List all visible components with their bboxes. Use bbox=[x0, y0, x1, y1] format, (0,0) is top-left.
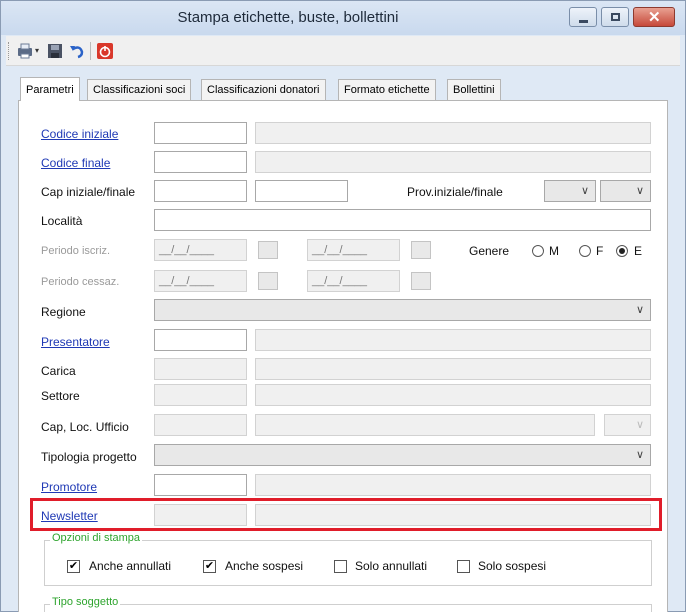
tipologia-progetto-select[interactable]: ∨ bbox=[154, 444, 651, 466]
tipo-soggetto-group-border bbox=[44, 604, 652, 605]
promotore-input[interactable] bbox=[154, 474, 247, 496]
calendar-icon[interactable] bbox=[258, 241, 278, 259]
chevron-down-icon: ∨ bbox=[635, 449, 644, 461]
chevron-down-icon: ∨ bbox=[580, 185, 589, 197]
solo-annullati-label: Solo annullati bbox=[355, 559, 428, 573]
chevron-down-icon: ∨ bbox=[635, 304, 644, 316]
save-icon[interactable] bbox=[46, 42, 64, 60]
loc-ufficio-input bbox=[255, 414, 595, 436]
minimize-button[interactable] bbox=[569, 7, 597, 27]
tipo-soggetto-title: Tipo soggetto bbox=[50, 596, 121, 608]
toolbar-grip bbox=[8, 42, 10, 60]
codice-finale-label[interactable]: Codice finale bbox=[41, 156, 110, 170]
solo-annullati-checkbox[interactable] bbox=[334, 560, 347, 573]
tipo-soggetto-group-left-border bbox=[44, 604, 45, 612]
regione-label: Regione bbox=[41, 305, 86, 319]
anche-annullati-label: Anche annullati bbox=[89, 559, 172, 573]
periodo-iscriz-label: Periodo iscriz. bbox=[41, 245, 111, 257]
genere-m-label: M bbox=[549, 244, 559, 258]
solo-sospesi-label: Solo sospesi bbox=[478, 559, 547, 573]
genere-label: Genere bbox=[469, 244, 510, 258]
tab-parametri[interactable]: Parametri bbox=[20, 77, 80, 101]
opzioni-stampa-group-left-border bbox=[44, 540, 45, 586]
tab-bollettini[interactable]: Bollettini bbox=[447, 79, 501, 101]
exit-icon[interactable] bbox=[96, 42, 114, 60]
opzioni-stampa-group-right-border bbox=[651, 540, 652, 586]
presentatore-input[interactable] bbox=[154, 329, 247, 351]
toolbar-separator bbox=[90, 42, 91, 60]
cap-finale-input[interactable] bbox=[255, 180, 348, 202]
cap-loc-ufficio-label: Cap, Loc. Ufficio bbox=[41, 420, 129, 434]
localita-input[interactable] bbox=[154, 209, 651, 231]
anche-annullati-checkbox[interactable]: ✔ bbox=[67, 560, 80, 573]
presentatore-label[interactable]: Presentatore bbox=[41, 335, 110, 349]
genere-radio-e[interactable] bbox=[616, 245, 628, 257]
presentatore-description bbox=[255, 329, 651, 351]
opzioni-stampa-title: Opzioni di stampa bbox=[50, 532, 143, 544]
calendar-icon[interactable] bbox=[411, 272, 431, 290]
window-title: Stampa etichette, buste, bollettini bbox=[177, 9, 399, 26]
codice-iniziale-label[interactable]: Codice iniziale bbox=[41, 127, 118, 141]
localita-label: Località bbox=[41, 214, 83, 228]
cap-ufficio-input bbox=[154, 414, 247, 436]
minimize-icon bbox=[579, 20, 588, 23]
print-icon[interactable] bbox=[16, 42, 34, 60]
settore-description bbox=[255, 384, 651, 406]
anche-sospesi-checkbox[interactable]: ✔ bbox=[203, 560, 216, 573]
prov-finale-select[interactable]: ∨ bbox=[600, 180, 651, 202]
genere-f-label: F bbox=[596, 244, 604, 258]
close-icon: ✕ bbox=[648, 9, 661, 26]
newsletter-highlight-box bbox=[30, 498, 662, 531]
settore-input bbox=[154, 384, 247, 406]
promotore-label[interactable]: Promotore bbox=[41, 480, 97, 494]
genere-radio-f[interactable] bbox=[579, 245, 591, 257]
title-bar: Stampa etichette, buste, bollettini ✕ bbox=[1, 1, 685, 35]
cap-label: Cap iniziale/finale bbox=[41, 185, 136, 199]
codice-iniziale-input[interactable] bbox=[154, 122, 247, 144]
carica-input bbox=[154, 358, 247, 380]
tab-formato-etichette[interactable]: Formato etichette bbox=[338, 79, 436, 101]
close-button[interactable]: ✕ bbox=[633, 7, 675, 27]
periodo-cessaz-label: Periodo cessaz. bbox=[41, 276, 120, 288]
anche-sospesi-label: Anche sospesi bbox=[225, 559, 304, 573]
tab-classificazioni-soci[interactable]: Classificazioni soci bbox=[87, 79, 192, 101]
carica-label: Carica bbox=[41, 364, 76, 378]
cap-iniziale-input[interactable] bbox=[154, 180, 247, 202]
opzioni-stampa-group-bottom-border bbox=[44, 585, 652, 586]
prov-iniziale-select[interactable]: ∨ bbox=[544, 180, 596, 202]
periodo-cessaz-to-input[interactable]: __/__/____ bbox=[307, 270, 400, 292]
periodo-iscriz-to-input[interactable]: __/__/____ bbox=[307, 239, 400, 261]
maximize-button[interactable] bbox=[601, 7, 629, 27]
settore-label: Settore bbox=[41, 389, 80, 403]
toolbar: ▾ bbox=[6, 36, 680, 66]
undo-icon[interactable] bbox=[68, 42, 86, 60]
solo-sospesi-checkbox[interactable] bbox=[457, 560, 470, 573]
check-icon: ✔ bbox=[68, 560, 79, 572]
genere-e-label: E bbox=[634, 244, 643, 258]
tab-classificazioni-donatori[interactable]: Classificazioni donatori bbox=[201, 79, 326, 101]
codice-finale-description bbox=[255, 151, 651, 173]
calendar-icon[interactable] bbox=[411, 241, 431, 259]
regione-select[interactable]: ∨ bbox=[154, 299, 651, 321]
chevron-down-icon: ∨ bbox=[635, 185, 644, 197]
periodo-iscriz-from-input[interactable]: __/__/____ bbox=[154, 239, 247, 261]
tipo-soggetto-group-right-border bbox=[651, 604, 652, 612]
codice-finale-input[interactable] bbox=[154, 151, 247, 173]
prov-ufficio-select: ∨ bbox=[604, 414, 651, 436]
promotore-description bbox=[255, 474, 651, 496]
carica-description bbox=[255, 358, 651, 380]
check-icon: ✔ bbox=[204, 560, 215, 572]
periodo-cessaz-from-input[interactable]: __/__/____ bbox=[154, 270, 247, 292]
maximize-icon bbox=[611, 13, 620, 21]
codice-iniziale-description bbox=[255, 122, 651, 144]
prov-label: Prov.iniziale/finale bbox=[407, 185, 503, 199]
print-dropdown-icon[interactable]: ▾ bbox=[35, 46, 39, 55]
calendar-icon[interactable] bbox=[258, 272, 278, 290]
tipologia-progetto-label: Tipologia progetto bbox=[41, 450, 137, 464]
chevron-down-icon: ∨ bbox=[635, 419, 644, 431]
genere-radio-m[interactable] bbox=[532, 245, 544, 257]
